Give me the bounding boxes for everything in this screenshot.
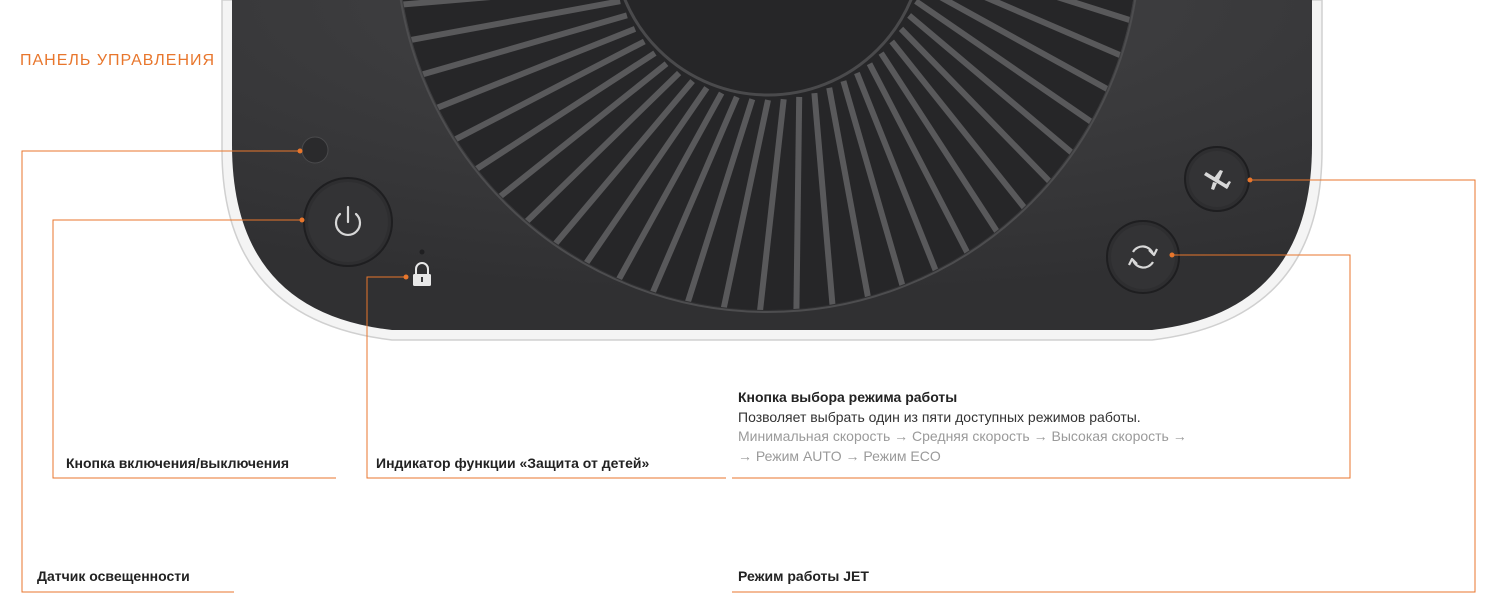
section-title: ПАНЕЛЬ УПРАВЛЕНИЯ [20, 52, 216, 69]
mode-button-title: Кнопка выбора режима работы [738, 389, 958, 405]
air-purifier-illustration [221, 0, 1323, 341]
mode-sequence-line2: → Режим AUTO → Режим ECO [738, 447, 941, 464]
fan-blade [793, 96, 803, 310]
power-button[interactable] [303, 177, 393, 267]
light-sensor-label: Датчик освещенности [37, 568, 190, 584]
mode-button-text: Позволяет выбрать один из пяти доступных… [738, 408, 1141, 425]
child-lock-label: Индикатор функции «Защита от детей» [376, 455, 650, 471]
jet-mode-button[interactable] [1184, 146, 1250, 212]
mode-sequence-line1: Минимальная скорость → Средняя скорость … [738, 428, 1187, 444]
jet-mode-label: Режим работы JET [738, 568, 869, 584]
mode-button-description: Кнопка выбора режима работы Позволяет вы… [738, 388, 1187, 466]
mode-button[interactable] [1106, 220, 1180, 294]
light-sensor-icon [301, 136, 329, 164]
power-button-label: Кнопка включения/выключения [66, 455, 290, 471]
lock-indicator-led [419, 249, 425, 255]
